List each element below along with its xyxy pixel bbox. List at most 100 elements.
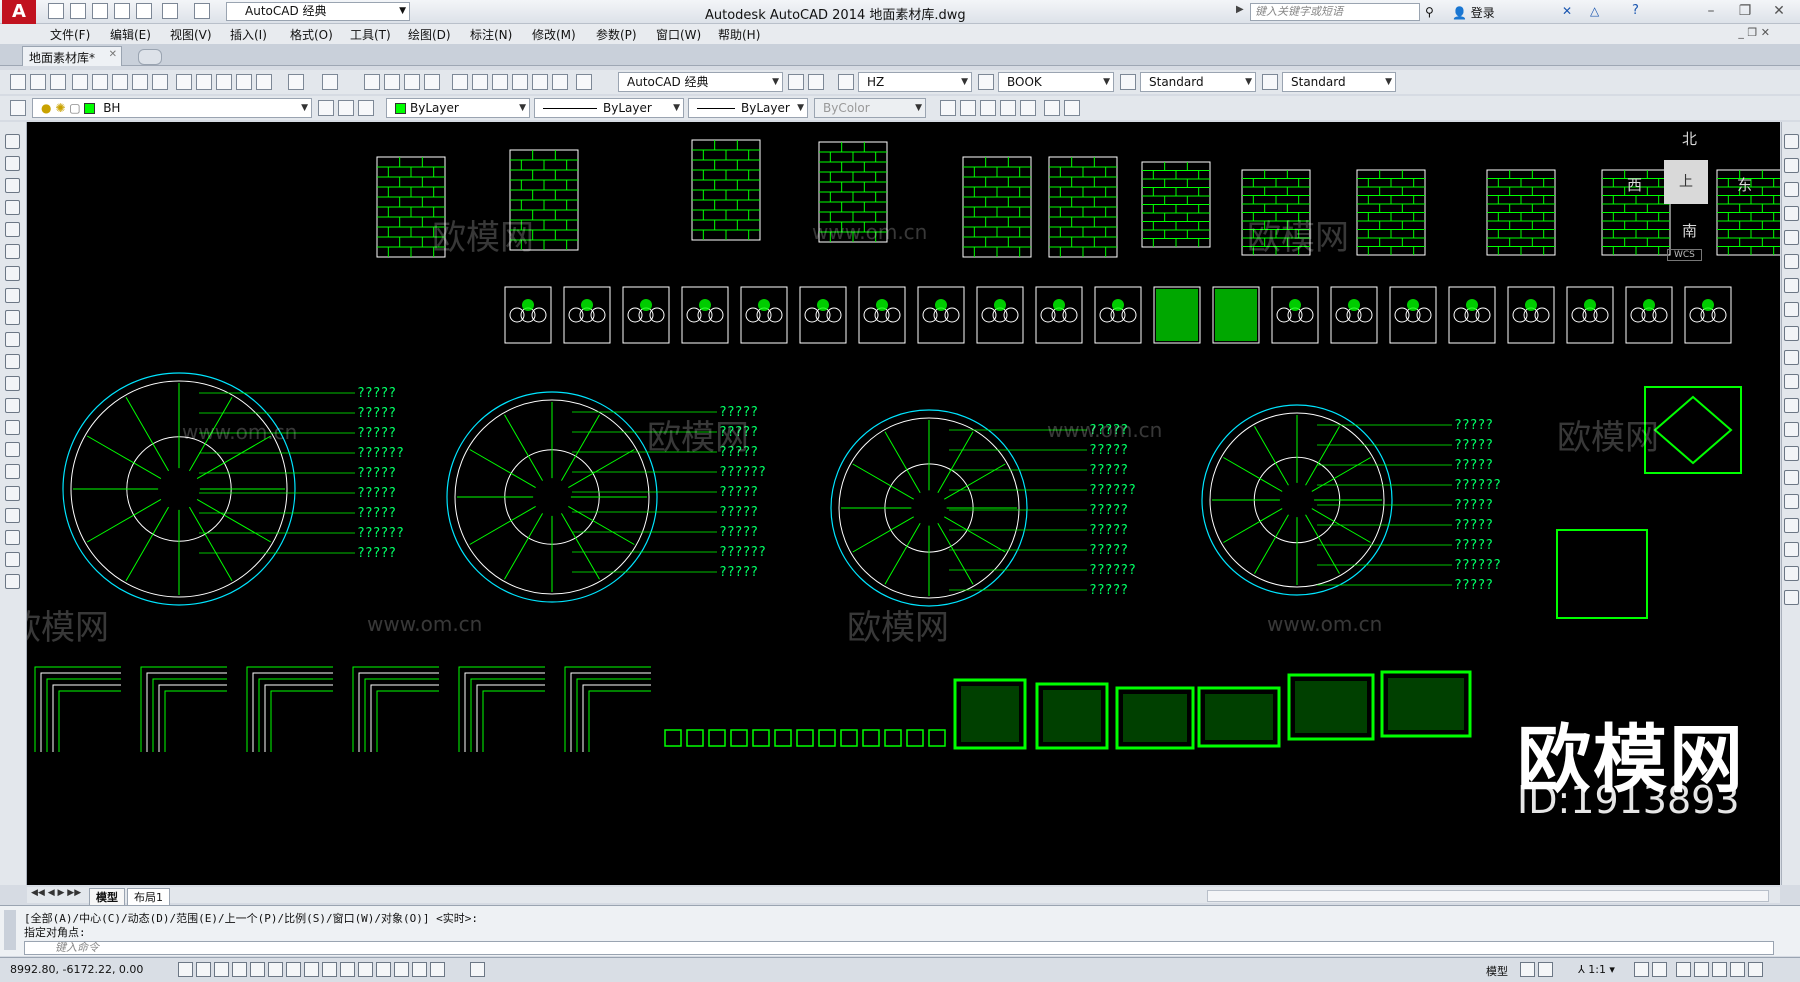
- view-sphere-icon[interactable]: [960, 100, 976, 116]
- plot-icon[interactable]: [136, 3, 152, 19]
- modify-tool-icon[interactable]: [1784, 470, 1799, 485]
- quick-view-icon[interactable]: [470, 962, 485, 977]
- visual-style-icon[interactable]: [1044, 100, 1060, 116]
- draw-tool-icon[interactable]: [5, 288, 20, 303]
- modify-tool-icon[interactable]: [1784, 350, 1799, 365]
- draw-tool-icon[interactable]: [5, 156, 20, 171]
- dynamic-ucs-icon[interactable]: [322, 962, 337, 977]
- application-menu-button[interactable]: A: [2, 0, 36, 24]
- toolbar-lock-status-icon[interactable]: [1694, 962, 1709, 977]
- layer-previous-icon[interactable]: [338, 100, 354, 116]
- preview-icon[interactable]: [92, 74, 108, 90]
- save-as-icon[interactable]: [114, 3, 130, 19]
- undo-icon[interactable]: [162, 3, 178, 19]
- autodesk-360-icon[interactable]: △: [1590, 4, 1599, 18]
- annotation-visibility-icon[interactable]: [1634, 962, 1649, 977]
- make-current-icon[interactable]: [318, 100, 334, 116]
- redo-toolbar-icon[interactable]: [322, 74, 338, 90]
- orbit-icon[interactable]: [1020, 100, 1036, 116]
- document-tab[interactable]: 地面素材库* ✕: [22, 46, 122, 66]
- layer-combo[interactable]: ● ✺ ▢ BH ▼: [32, 98, 312, 118]
- modify-tool-icon[interactable]: [1784, 518, 1799, 533]
- linetype-combo[interactable]: ByLayer ▼: [534, 98, 684, 118]
- undo-toolbar-icon[interactable]: [288, 74, 304, 90]
- menu-view[interactable]: 视图(V): [170, 26, 212, 43]
- menu-window[interactable]: 窗口(W): [656, 26, 701, 43]
- qnew-icon[interactable]: [10, 74, 26, 90]
- color-combo[interactable]: ByLayer ▼: [386, 98, 530, 118]
- menu-draw[interactable]: 绘图(D): [408, 26, 451, 43]
- modify-tool-icon[interactable]: [1784, 254, 1799, 269]
- modify-tool-icon[interactable]: [1784, 326, 1799, 341]
- workspace-settings-icon[interactable]: [788, 74, 804, 90]
- save-toolbar-icon[interactable]: [50, 74, 66, 90]
- viewcube-east[interactable]: 东: [1737, 174, 1752, 195]
- menu-format[interactable]: 格式(O): [290, 26, 333, 43]
- zoom-window-icon[interactable]: [404, 74, 420, 90]
- draw-tool-icon[interactable]: [5, 530, 20, 545]
- tab-nav-arrows-icon[interactable]: ◀◀ ◀ ▶ ▶▶: [31, 888, 81, 898]
- zoom-previous-icon[interactable]: [424, 74, 440, 90]
- modify-tool-icon[interactable]: [1784, 230, 1799, 245]
- design-center-icon[interactable]: [472, 74, 488, 90]
- close-tab-icon[interactable]: ✕: [109, 49, 117, 60]
- command-input[interactable]: 键入命令: [24, 941, 1774, 955]
- modify-tool-icon[interactable]: [1784, 422, 1799, 437]
- sheet-set-icon[interactable]: [512, 74, 528, 90]
- layer-manager-icon[interactable]: [10, 100, 26, 116]
- zoom-realtime-icon[interactable]: [384, 74, 400, 90]
- help-toolbar-icon[interactable]: [576, 74, 592, 90]
- menu-modify[interactable]: 修改(M): [532, 26, 576, 43]
- draw-tool-icon[interactable]: [5, 508, 20, 523]
- tool-palettes-icon[interactable]: [492, 74, 508, 90]
- menu-help[interactable]: 帮助(H): [718, 26, 760, 43]
- draw-tool-icon[interactable]: [5, 574, 20, 589]
- draw-tool-icon[interactable]: [5, 266, 20, 281]
- 3d-print-icon[interactable]: [152, 74, 168, 90]
- model-space-toggle[interactable]: 模型: [1486, 963, 1508, 979]
- transparency-icon[interactable]: [376, 962, 391, 977]
- quick-properties-icon[interactable]: [394, 962, 409, 977]
- match-properties-icon[interactable]: [236, 74, 252, 90]
- infer-constraints-icon[interactable]: [178, 962, 193, 977]
- maximize-icon[interactable]: ❐: [1732, 2, 1758, 20]
- redo-icon[interactable]: [194, 3, 210, 19]
- menu-file[interactable]: 文件(F): [50, 26, 90, 43]
- modify-tool-icon[interactable]: [1784, 374, 1799, 389]
- open-file-icon[interactable]: [70, 3, 86, 19]
- menu-tools[interactable]: 工具(T): [350, 26, 391, 43]
- tab-model[interactable]: 模型: [89, 888, 125, 906]
- object-snap-tracking-icon[interactable]: [304, 962, 319, 977]
- draw-tool-icon[interactable]: [5, 376, 20, 391]
- isolate-objects-icon[interactable]: [1730, 962, 1745, 977]
- draw-tool-icon[interactable]: [5, 486, 20, 501]
- selection-cycling-icon[interactable]: [412, 962, 427, 977]
- new-tab-button[interactable]: [138, 49, 162, 65]
- text-style-icon[interactable]: [838, 74, 854, 90]
- auto-scale-icon[interactable]: [1652, 962, 1667, 977]
- markup-set-icon[interactable]: [532, 74, 548, 90]
- draw-tool-icon[interactable]: [5, 134, 20, 149]
- modify-tool-icon[interactable]: [1784, 566, 1799, 581]
- menu-parametric[interactable]: 参数(P): [596, 26, 637, 43]
- viewcube-south[interactable]: 南: [1682, 220, 1697, 241]
- annotation-monitor-icon[interactable]: [430, 962, 445, 977]
- chevron-right-icon[interactable]: ▶: [1236, 4, 1244, 15]
- help-icon[interactable]: ?: [1632, 3, 1639, 18]
- exchange-icon[interactable]: ✕: [1562, 4, 1572, 18]
- viewcube-north[interactable]: 北: [1682, 128, 1697, 149]
- pan-icon[interactable]: [364, 74, 380, 90]
- 3d-osnap-icon[interactable]: [286, 962, 301, 977]
- ortho-mode-icon[interactable]: [232, 962, 247, 977]
- draw-tool-icon[interactable]: [5, 200, 20, 215]
- lineweight-toggle-icon[interactable]: [358, 962, 373, 977]
- table-style-combo[interactable]: Standard ▼: [1282, 72, 1396, 92]
- lineweight-combo[interactable]: ByLayer ▼: [688, 98, 808, 118]
- publish-icon[interactable]: [112, 74, 128, 90]
- modify-tool-icon[interactable]: [1784, 398, 1799, 413]
- clean-screen-icon[interactable]: [1748, 962, 1763, 977]
- open-icon[interactable]: [30, 74, 46, 90]
- modify-tool-icon[interactable]: [1784, 590, 1799, 605]
- quickcalc-icon[interactable]: [552, 74, 568, 90]
- properties-icon[interactable]: [452, 74, 468, 90]
